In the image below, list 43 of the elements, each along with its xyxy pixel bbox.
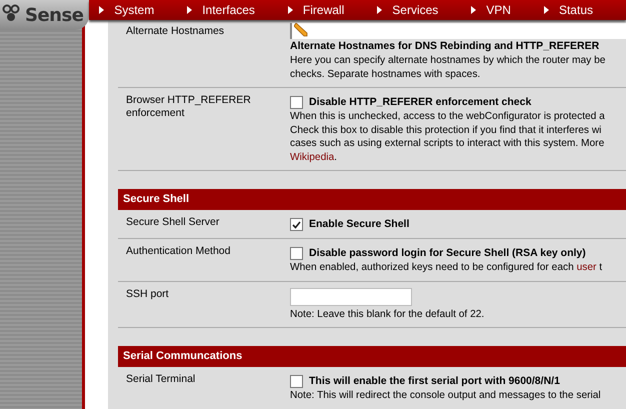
field-heading: Alternate Hostnames for DNS Rebinding and HTTP_REFERER <box>290 39 600 54</box>
menu-item[interactable]: VPN <box>471 3 511 17</box>
menu-item[interactable]: Services <box>377 3 438 17</box>
checkbox[interactable] <box>290 96 303 109</box>
menu-item[interactable]: Status <box>544 3 593 17</box>
menu-item[interactable]: System <box>99 3 154 17</box>
field-label: Browser HTTP_REFERER enforcement <box>125 93 252 121</box>
description-text: Check this box to disable this protection if you find that it interferes wi <box>290 124 602 137</box>
triangle-icon <box>377 6 382 14</box>
link[interactable]: Wikipedia <box>290 152 334 162</box>
checkbox[interactable] <box>290 247 303 260</box>
field-label: Authentication Method <box>125 244 232 259</box>
description-text: Note: This will redirect the console output and messages to the serial <box>290 389 602 402</box>
triangle-icon <box>187 6 192 14</box>
checkbox[interactable] <box>290 375 303 388</box>
checkbox[interactable] <box>290 218 303 231</box>
checkbox-label: Enable Secure Shell <box>309 217 410 232</box>
link[interactable]: user <box>576 262 596 273</box>
triangle-icon <box>544 6 549 14</box>
description-text: Wikipedia. <box>290 150 338 164</box>
logo-text: Sense <box>25 4 84 26</box>
section-header: Secure Shell <box>118 189 626 210</box>
field-label: Alternate Hostnames <box>125 24 226 39</box>
pencil-icon <box>294 23 308 37</box>
triangle-icon <box>288 6 293 14</box>
triangle-icon <box>99 6 104 14</box>
menu-item[interactable]: Interfaces <box>187 3 255 17</box>
port-input[interactable] <box>290 288 412 306</box>
section-header: Serial Communcations <box>118 346 626 367</box>
description-text: cases such as using external scripts to interact with this system. More <box>290 137 606 150</box>
field-label: Secure Shell Server <box>125 215 220 230</box>
description-text: When this is unchecked, access to the webConfigurator is protected a <box>290 110 606 124</box>
field-label: Serial Terminal <box>125 372 196 387</box>
description-text: Note: Leave this blank for the default of 22. <box>290 308 486 321</box>
triangle-icon <box>471 6 476 14</box>
checkbox-label: Disable password login for Secure Shell (RSA key only) <box>309 246 586 261</box>
description-text: When enabled, authorized keys need to be configured for each user t <box>290 261 604 274</box>
checkbox-label: This will enable the first serial port with 9600/8/N/1 <box>309 374 560 389</box>
checkbox-label: Disable HTTP_REFERER enforcement check <box>309 95 532 110</box>
field-label: SSH port <box>125 286 170 302</box>
description-text: checks. Separate hostnames with spaces. <box>290 68 482 81</box>
description-text: Here you can specify alternate hostnames by which the router may be <box>290 54 606 68</box>
menu-item[interactable]: Firewall <box>288 3 344 17</box>
